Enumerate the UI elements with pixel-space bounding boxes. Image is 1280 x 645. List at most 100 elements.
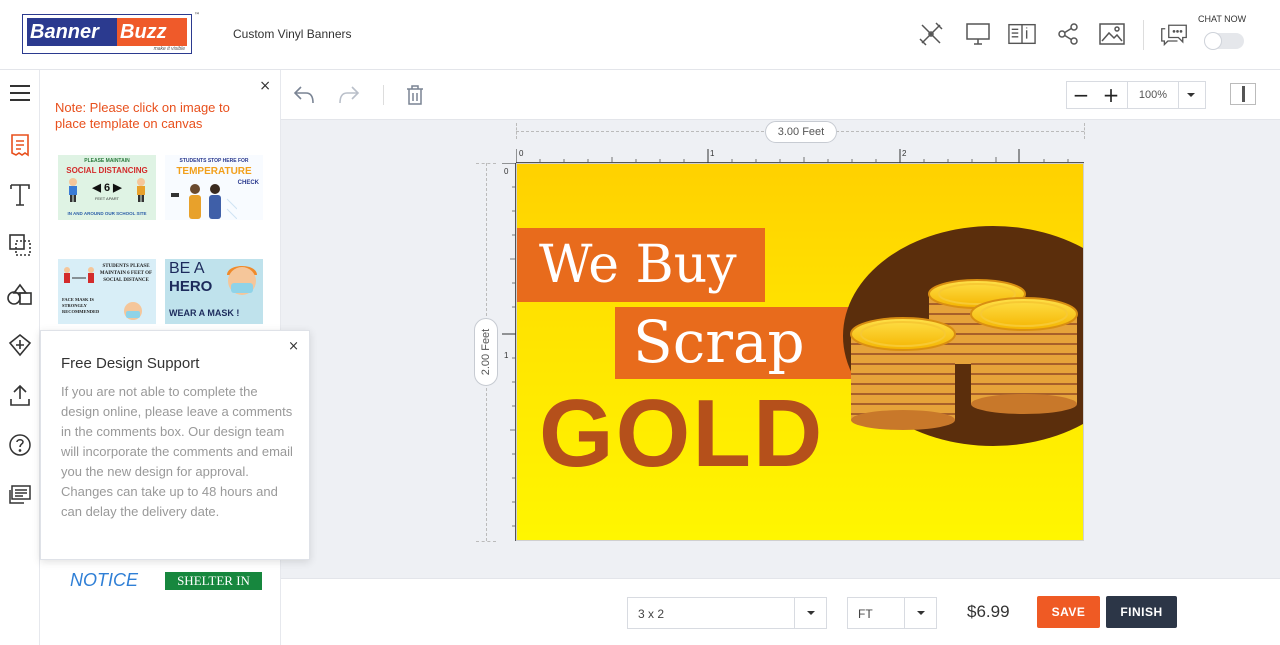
order-bar: 3 x 2 FT $6.99 SAVE FINISH — [281, 578, 1280, 645]
panel-note: Note: Please click on image to place tem… — [55, 100, 230, 131]
size-select-value: 3 x 2 — [638, 607, 665, 621]
template-text: CHECK — [237, 180, 259, 186]
template-thumbnail[interactable]: STUDENTS STOP HERE FOR TEMPERATURE CHECK — [165, 155, 263, 220]
zoom-in-button[interactable]: + — [1097, 82, 1125, 108]
unit-select-dropdown[interactable] — [904, 598, 936, 628]
logo-part-banner: Banner — [27, 18, 117, 46]
ruler-number: 2 — [902, 149, 907, 158]
help-icon[interactable] — [5, 430, 35, 460]
product-name: Custom Vinyl Banners — [233, 27, 352, 41]
headline-gold[interactable]: GOLD — [539, 384, 824, 484]
template-text: PLEASE MAINTAIN — [84, 158, 130, 164]
text-icon[interactable] — [5, 180, 35, 210]
templates-icon[interactable] — [5, 130, 35, 160]
comments-icon[interactable] — [5, 480, 35, 510]
popup-title: Free Design Support — [61, 355, 200, 372]
ruler-left: 0 1 — [502, 163, 516, 541]
ruler-number: 1 — [710, 149, 715, 158]
ruler-top: 0 1 2 — [516, 149, 1084, 163]
template-text: WEAR A MASK ! — [169, 308, 240, 318]
instructions-book-icon[interactable] — [1008, 20, 1036, 48]
masked-hero-icon — [227, 266, 257, 295]
ruler-number: 1 — [504, 351, 509, 360]
template-text: FACE MASK IS STRONGLY RECOMMENDED — [62, 297, 100, 314]
panel-close-button[interactable]: × — [259, 78, 271, 94]
ruler-number: 0 — [519, 149, 524, 158]
dimension-tick — [1084, 123, 1085, 139]
template-thumbnail[interactable]: BE A HERO WEAR A MASK ! — [165, 259, 263, 324]
design-tools-icon[interactable] — [917, 20, 945, 48]
template-thumbnail[interactable]: STUDENTS PLEASE MAINTAIN 6 FEET OF SOCIA… — [58, 259, 156, 324]
headline-we-buy[interactable]: We Buy — [539, 234, 737, 296]
image-icon[interactable] — [1098, 20, 1126, 48]
toolbar-divider — [383, 85, 384, 105]
design-support-popup: × Free Design Support If you are not abl… — [40, 330, 310, 560]
preview-monitor-icon[interactable] — [964, 20, 992, 48]
upload-icon[interactable] — [5, 380, 35, 410]
chevron-down-icon — [916, 611, 925, 615]
save-button[interactable]: SAVE — [1037, 596, 1100, 628]
template-thumbnail-notice[interactable]: NOTICE — [70, 570, 138, 591]
toggle-panel-button[interactable] — [1230, 83, 1256, 105]
zoom-dropdown-button[interactable] — [1177, 82, 1205, 108]
canvas-toolbar: − + 100% — [281, 70, 1280, 120]
ruler-ticks — [516, 149, 1069, 163]
dimension-tick — [476, 541, 496, 542]
layers-icon[interactable] — [5, 230, 35, 260]
header-divider — [1143, 20, 1144, 50]
ruler-number: 0 — [504, 167, 509, 176]
size-select[interactable]: 3 x 2 — [627, 597, 827, 629]
chevron-down-icon — [806, 611, 815, 615]
gold-coins-icon[interactable] — [847, 274, 1084, 434]
panel-split-icon — [1242, 86, 1245, 102]
child-figure-icon — [69, 178, 77, 202]
chat-icon[interactable] — [1160, 20, 1188, 48]
clipart-icon[interactable] — [5, 330, 35, 360]
price-label: $6.99 — [967, 602, 1010, 621]
dimension-tick — [476, 163, 496, 164]
zoom-value: 100% — [1127, 82, 1179, 108]
logo-part-buzz: Buzz — [117, 18, 187, 46]
template-thumbnail-shelter[interactable]: SHELTER IN PLACE — [165, 572, 262, 590]
zoom-out-button[interactable]: − — [1067, 82, 1095, 108]
headline-scrap[interactable]: Scrap — [633, 310, 805, 374]
logo-tagline: make it visible — [153, 46, 185, 52]
face-mask-icon — [124, 302, 142, 320]
height-label-pill: 2.00 Feet — [474, 318, 498, 386]
undo-icon[interactable] — [291, 82, 317, 108]
app-header: Banner Buzz make it visible ™ Custom Vin… — [0, 0, 1280, 70]
redo-icon[interactable] — [336, 82, 362, 108]
height-label: 2.00 Feet — [480, 328, 492, 376]
shapes-icon[interactable] — [5, 280, 35, 310]
chat-now-label: CHAT NOW — [1198, 14, 1247, 24]
unit-select-value: FT — [858, 607, 873, 621]
template-text: STUDENTS PLEASE MAINTAIN 6 FEET OF SOCIA… — [99, 264, 153, 283]
unit-select[interactable]: FT — [847, 597, 937, 629]
bannerbuzz-logo[interactable]: Banner Buzz make it visible — [22, 14, 192, 54]
width-label: 3.00 Feet — [765, 121, 837, 143]
delete-icon[interactable] — [402, 82, 428, 108]
share-icon[interactable] — [1054, 20, 1082, 48]
trademark-mark: ™ — [194, 12, 200, 19]
template-text: TEMPERATURE — [176, 166, 252, 177]
template-text: SOCIAL DISTANCING — [66, 166, 148, 175]
template-text: IN AND AROUND OUR SCHOOL SITE — [67, 211, 147, 216]
toggle-knob — [1204, 32, 1222, 50]
chevron-down-icon — [1187, 93, 1195, 97]
popup-body: If you are not able to complete the desi… — [61, 384, 293, 519]
students-distance-icon — [64, 267, 94, 283]
menu-icon[interactable] — [5, 78, 35, 108]
size-select-dropdown[interactable] — [794, 598, 826, 628]
template-text: BE A — [169, 260, 205, 277]
template-text: HERO — [169, 278, 213, 295]
template-text: STUDENTS STOP HERE FOR — [179, 158, 249, 164]
dimension-tick — [516, 123, 517, 139]
design-canvas[interactable]: We Buy Scrap GOLD — [516, 163, 1084, 541]
chat-toggle[interactable] — [1204, 32, 1244, 50]
zoom-control: − + 100% — [1066, 81, 1206, 109]
template-thumbnail[interactable]: PLEASE MAINTAIN SOCIAL DISTANCING ◀ 6 ▶ … — [58, 155, 156, 220]
popup-close-button[interactable]: × — [288, 339, 299, 354]
finish-button[interactable]: FINISH — [1106, 596, 1177, 628]
tool-rail — [0, 70, 40, 645]
child-figure-icon — [137, 178, 145, 202]
